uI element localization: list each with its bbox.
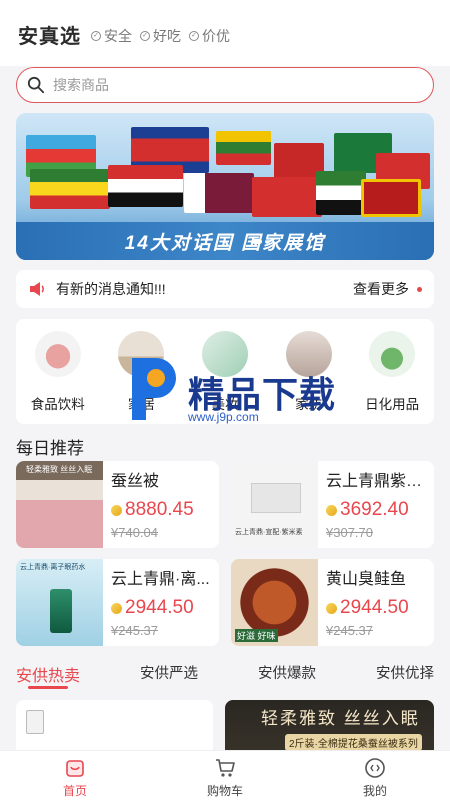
product-name: 蚕丝被 <box>111 473 160 490</box>
cosmetics-icon <box>201 331 248 377</box>
textile-icon <box>285 331 332 377</box>
feed-banner-title: 轻柔雅致 丝丝入眠 <box>261 709 420 728</box>
notice-dot <box>417 286 422 292</box>
tag-price: ✓ 价优 <box>189 26 230 46</box>
detergent-icon <box>369 331 416 377</box>
product-price: 2944.50 <box>111 597 219 619</box>
coin-icon <box>326 602 337 614</box>
category-beauty[interactable]: 美妆 <box>190 331 260 424</box>
banner-indicator <box>252 239 270 244</box>
flag-image <box>316 171 366 215</box>
category-textile[interactable]: 家纺 <box>274 331 344 424</box>
product-image: 轻柔雅致 丝丝入眠 <box>16 461 103 548</box>
speaker-icon <box>30 282 44 296</box>
feed-banner-sub: 2斤装·全棉提花桑蚕丝被系列 <box>285 734 422 751</box>
product-card[interactable]: 云上青鼎·宣配·紫米素 云上青鼎紫米... 3692.40 ¥307.70 <box>231 461 434 548</box>
product-name: 云上青鼎紫米... <box>326 473 434 490</box>
category-home[interactable]: 家居 <box>106 331 176 424</box>
tag-safe: ✓ 安全 <box>91 26 132 46</box>
notice-bar[interactable]: 有新的消息通知!!! 查看更多 <box>16 270 434 308</box>
flag-image <box>108 165 183 207</box>
home-bag-icon <box>66 760 84 777</box>
profile-icon <box>365 758 385 778</box>
product-card[interactable]: 轻柔雅致 丝丝入眠 蚕丝被 8880.45 ¥740.04 <box>16 461 219 548</box>
flag-image <box>252 177 322 217</box>
check-icon: ✓ <box>91 31 101 41</box>
search-input[interactable] <box>53 77 393 93</box>
product-name: 黄山臭鲑鱼 <box>326 571 407 588</box>
product-card[interactable]: 云上青鼎·离子眼药水 云上青鼎·离... 2944.50 ¥245.37 <box>16 559 219 646</box>
banner-caption: 14大对话国 国家展馆 <box>16 222 434 260</box>
category-food[interactable]: 食品饮料 <box>23 331 93 424</box>
search-bar[interactable] <box>16 67 434 103</box>
product-price: 3692.40 <box>326 499 434 521</box>
flag-image <box>361 179 421 217</box>
product-old-price: ¥740.04 <box>111 525 158 540</box>
meat-icon <box>34 331 81 377</box>
category-daily[interactable]: 日化用品 <box>357 331 427 424</box>
feed-tabs: 安供热卖 安供严选 安供爆款 安供优择 <box>16 662 434 689</box>
tab-preferred[interactable]: 安供优择 <box>376 662 434 688</box>
cart-icon <box>216 759 235 777</box>
furniture-icon <box>118 331 165 377</box>
flag-image <box>216 131 271 165</box>
tab-popular[interactable]: 安供爆款 <box>258 662 316 688</box>
product-thumb-icon <box>26 710 44 734</box>
product-image: 好滋 好味 <box>231 559 318 646</box>
notice-text: 有新的消息通知!!! <box>56 281 166 297</box>
section-daily-title: 每日推荐 <box>16 439 84 458</box>
tab-selected[interactable]: 安供严选 <box>140 662 198 688</box>
tab-cart[interactable]: 购物车 <box>150 751 300 800</box>
tab-hot[interactable]: 安供热卖 <box>16 662 80 689</box>
coin-icon <box>111 504 122 516</box>
app-header: 安真选 ✓ 安全 ✓ 好吃 ✓ 价优 <box>0 0 450 66</box>
brand-tags: ✓ 安全 ✓ 好吃 ✓ 价优 <box>91 26 230 46</box>
category-grid: 食品饮料 家居 美妆 家纺 日化用品 <box>16 319 434 424</box>
flag-image <box>184 173 254 213</box>
product-price: 8880.45 <box>111 499 219 521</box>
tab-profile[interactable]: 我的 <box>300 751 450 800</box>
banner-carousel[interactable]: 14大对话国 国家展馆 <box>16 113 434 260</box>
check-icon: ✓ <box>189 31 199 41</box>
notice-more-link[interactable]: 查看更多 <box>353 279 409 299</box>
search-icon <box>27 76 45 94</box>
product-old-price: ¥245.37 <box>111 623 158 638</box>
product-old-price: ¥245.37 <box>326 623 373 638</box>
product-image: 云上青鼎·离子眼药水 <box>16 559 103 646</box>
brand-title: 安真选 <box>18 26 81 48</box>
flag-image <box>30 169 110 209</box>
coin-icon <box>326 504 337 516</box>
coin-icon <box>111 602 122 614</box>
bottom-tab-bar: 首页 购物车 我的 <box>0 750 450 800</box>
product-image: 云上青鼎·宣配·紫米素 <box>231 461 318 548</box>
check-icon: ✓ <box>140 31 150 41</box>
product-old-price: ¥307.70 <box>326 525 373 540</box>
tab-home[interactable]: 首页 <box>0 751 150 800</box>
product-price: 2944.50 <box>326 597 434 619</box>
product-card[interactable]: 好滋 好味 黄山臭鲑鱼 2944.50 ¥245.37 <box>231 559 434 646</box>
product-name: 云上青鼎·离... <box>111 571 210 588</box>
tag-tasty: ✓ 好吃 <box>140 26 181 46</box>
